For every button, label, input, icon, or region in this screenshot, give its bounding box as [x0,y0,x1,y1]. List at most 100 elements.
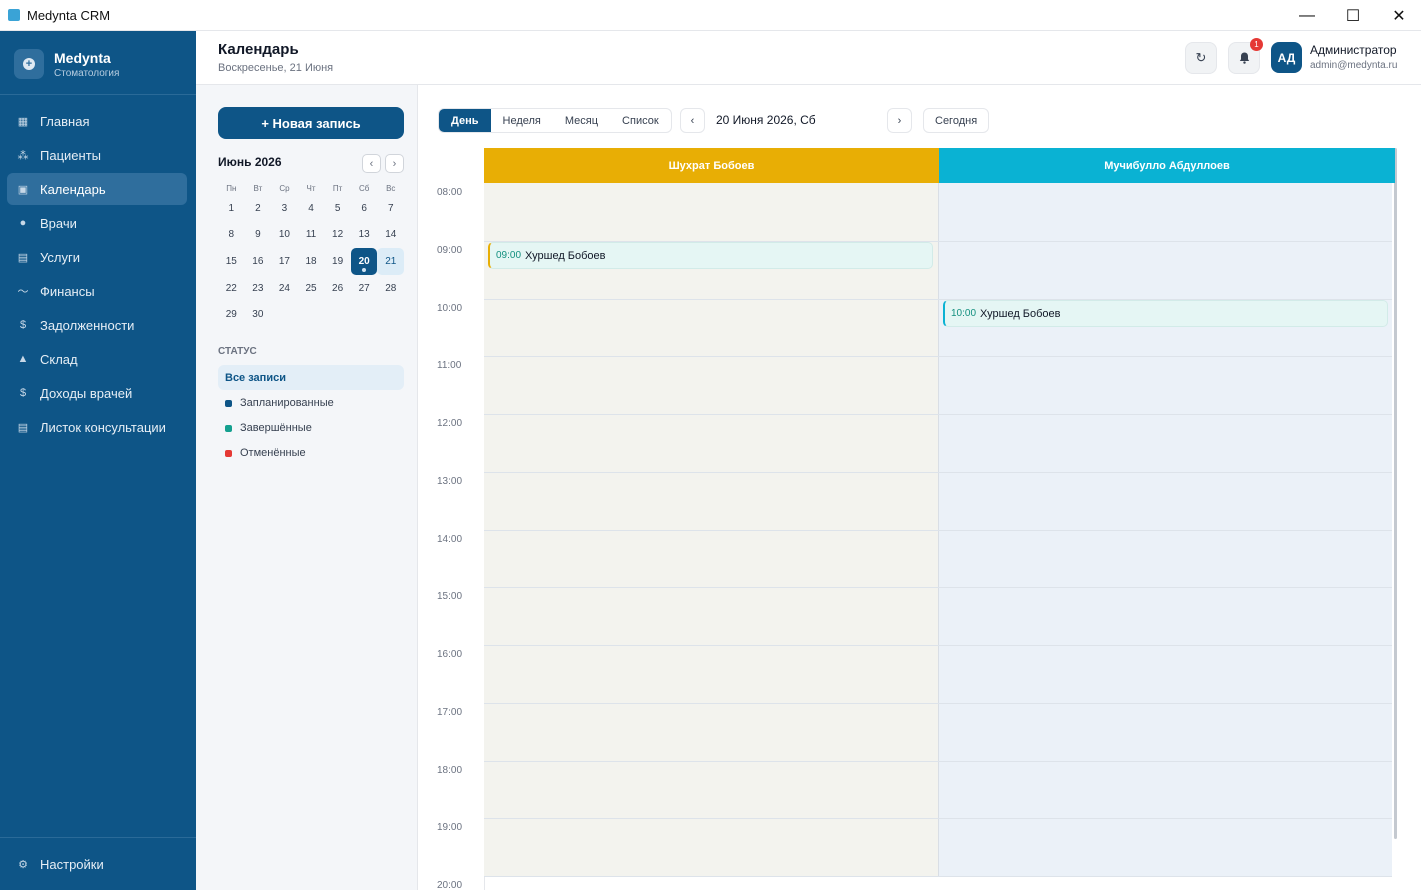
today-button[interactable]: Сегодня [923,108,990,133]
calendar-day[interactable]: 25 [298,275,325,302]
time-slot-label: 08:00 [437,187,463,198]
prev-day-button[interactable]: ‹ [680,108,705,133]
mini-calendar-next-button[interactable]: › [385,154,404,173]
calendar-day[interactable]: 16 [245,248,272,275]
view-switcher: День Неделя Месяц Список [438,108,672,133]
time-slot-label: 10:00 [437,303,463,314]
avatar[interactable]: АД [1271,42,1302,73]
calendar-day[interactable]: 3 [271,195,298,222]
calendar-day[interactable]: 20 [350,248,378,275]
appointment-event[interactable]: 09:00 Хуршед Бобоев [488,242,933,269]
calendar-day[interactable]: 2 [245,195,272,222]
time-slot-label: 18:00 [437,765,463,776]
tab-month[interactable]: Месяц [553,109,610,132]
sidebar-item-debts[interactable]: $ Задолженности [7,309,187,341]
sidebar-item-finance[interactable]: 〜 Финансы [7,275,187,307]
calendar-day[interactable]: 18 [298,248,325,275]
sidebar-item-doctors[interactable]: ● Врачи [7,207,187,239]
time-slot-label: 15:00 [437,591,463,602]
sidebar-item-doctor-income[interactable]: $ Доходы врачей [7,377,187,409]
calendar-day[interactable]: 5 [324,195,351,222]
calendar-day[interactable]: 30 [245,301,272,328]
tab-day[interactable]: День [439,109,491,132]
calendar-day[interactable]: 21 [377,248,405,275]
status-filter-scheduled[interactable]: Запланированные [225,396,334,410]
minimize-button[interactable]: — [1284,0,1330,31]
weekday-label: Чт [306,183,316,193]
calendar-day[interactable]: 8 [218,222,245,249]
tab-list[interactable]: Список [610,109,671,132]
warehouse-icon: ▲ [17,353,29,365]
hour-gridline [484,530,1392,531]
calendar-week-row: 29 30 [218,301,404,328]
calendar-day[interactable]: 1 [218,195,245,222]
sidebar-item-label: Услуги [40,249,80,265]
page-header: Календарь Воскресенье, 21 Июня ↻ 1 АД Ад… [196,31,1421,85]
sidebar-item-label: Главная [40,113,90,129]
calendar-day[interactable]: 29 [218,301,245,328]
mini-calendar-prev-button[interactable]: ‹ [362,154,381,173]
time-slot-label: 12:00 [437,418,463,429]
calendar-day[interactable]: 6 [351,195,378,222]
status-filter-completed[interactable]: Завершённые [225,421,312,435]
sidebar-item-settings[interactable]: ⚙ Настройки [7,848,187,880]
dollar-icon: $ [19,387,27,399]
user-email: admin@medynta.ru [1310,60,1398,71]
calendar-day[interactable]: 26 [324,275,351,302]
calendar-day[interactable]: 23 [245,275,272,302]
empty-day-cell [377,301,404,328]
weekday-label: Вс [386,183,396,193]
calendar-main: День Неделя Месяц Список ‹ 20 Июня 2026, Сб… [419,85,1421,890]
status-label: Завершённые [240,422,312,434]
calendar-day[interactable]: 11 [298,222,325,249]
maximize-button[interactable]: ☐ [1330,0,1376,31]
appointment-event[interactable]: 10:00 Хуршед Бобоев [943,300,1388,327]
next-day-button[interactable]: › [887,108,912,133]
weekday-header: Пн Вт Ср Чт Пт Сб Вс [218,181,404,195]
sidebar-item-label: Пациенты [40,147,101,163]
empty-day-cell [324,301,351,328]
calendar-day[interactable]: 15 [218,248,245,275]
calendar-day[interactable]: 9 [245,222,272,249]
calendar-day[interactable]: 24 [271,275,298,302]
calendar-day[interactable]: 7 [377,195,404,222]
notification-badge: 1 [1250,38,1263,51]
refresh-button[interactable]: ↻ [1185,42,1217,74]
sidebar-item-calendar[interactable]: ▣ Календарь [7,173,187,205]
weekday-label: Пн [226,183,237,193]
sidebar-item-home[interactable]: ▦ Главная [7,105,187,137]
calendar-day[interactable]: 4 [298,195,325,222]
calendar-day[interactable]: 13 [351,222,378,249]
sidebar-item-warehouse[interactable]: ▲ Склад [7,343,187,375]
calendar-day[interactable]: 22 [218,275,245,302]
calendar-day[interactable]: 17 [271,248,298,275]
calendar-day[interactable]: 19 [324,248,351,275]
chart-line-icon: 〜 [17,286,29,298]
window-title-bar: Medynta CRM — ☐ ✕ [0,0,1421,31]
time-slot-label: 13:00 [437,476,463,487]
status-color-dot [225,399,232,407]
calendar-day[interactable]: 14 [377,222,404,249]
calendar-day[interactable]: 10 [271,222,298,249]
appointment-time: 09:00 [496,250,522,261]
calendar-scrollbar[interactable] [1394,148,1397,839]
calendar-week-row: 15 16 17 18 19 20 21 [218,248,405,275]
tab-week[interactable]: Неделя [491,109,553,132]
doctor-column-header: Мучибулло Абдуллоев [939,148,1395,183]
calendar-day[interactable]: 12 [324,222,351,249]
status-filter-cancelled[interactable]: Отменённые [225,446,306,460]
mini-calendar: Пн Вт Ср Чт Пт Сб Вс 1 2 3 4 5 6 7 8 9 10 11 12 13 14 15 16 17 1… [218,181,405,328]
calendar-day[interactable]: 28 [377,275,404,302]
time-slot-label: 19:00 [437,822,463,833]
status-filter-all[interactable]: Все записи [218,365,404,390]
sidebar-item-label: Календарь [40,181,106,197]
close-button[interactable]: ✕ [1376,0,1421,31]
sidebar-divider [0,837,196,838]
plus-circle-icon: + [14,49,44,79]
sidebar-item-consultation-sheet[interactable]: ▤ Листок консультации [7,411,187,443]
sidebar-item-services[interactable]: ▤ Услуги [7,241,187,273]
sidebar-item-patients[interactable]: ⁂ Пациенты [7,139,187,171]
calendar-icon: ▣ [17,183,29,196]
calendar-day[interactable]: 27 [351,275,378,302]
new-appointment-button[interactable]: + Новая запись [218,107,404,139]
